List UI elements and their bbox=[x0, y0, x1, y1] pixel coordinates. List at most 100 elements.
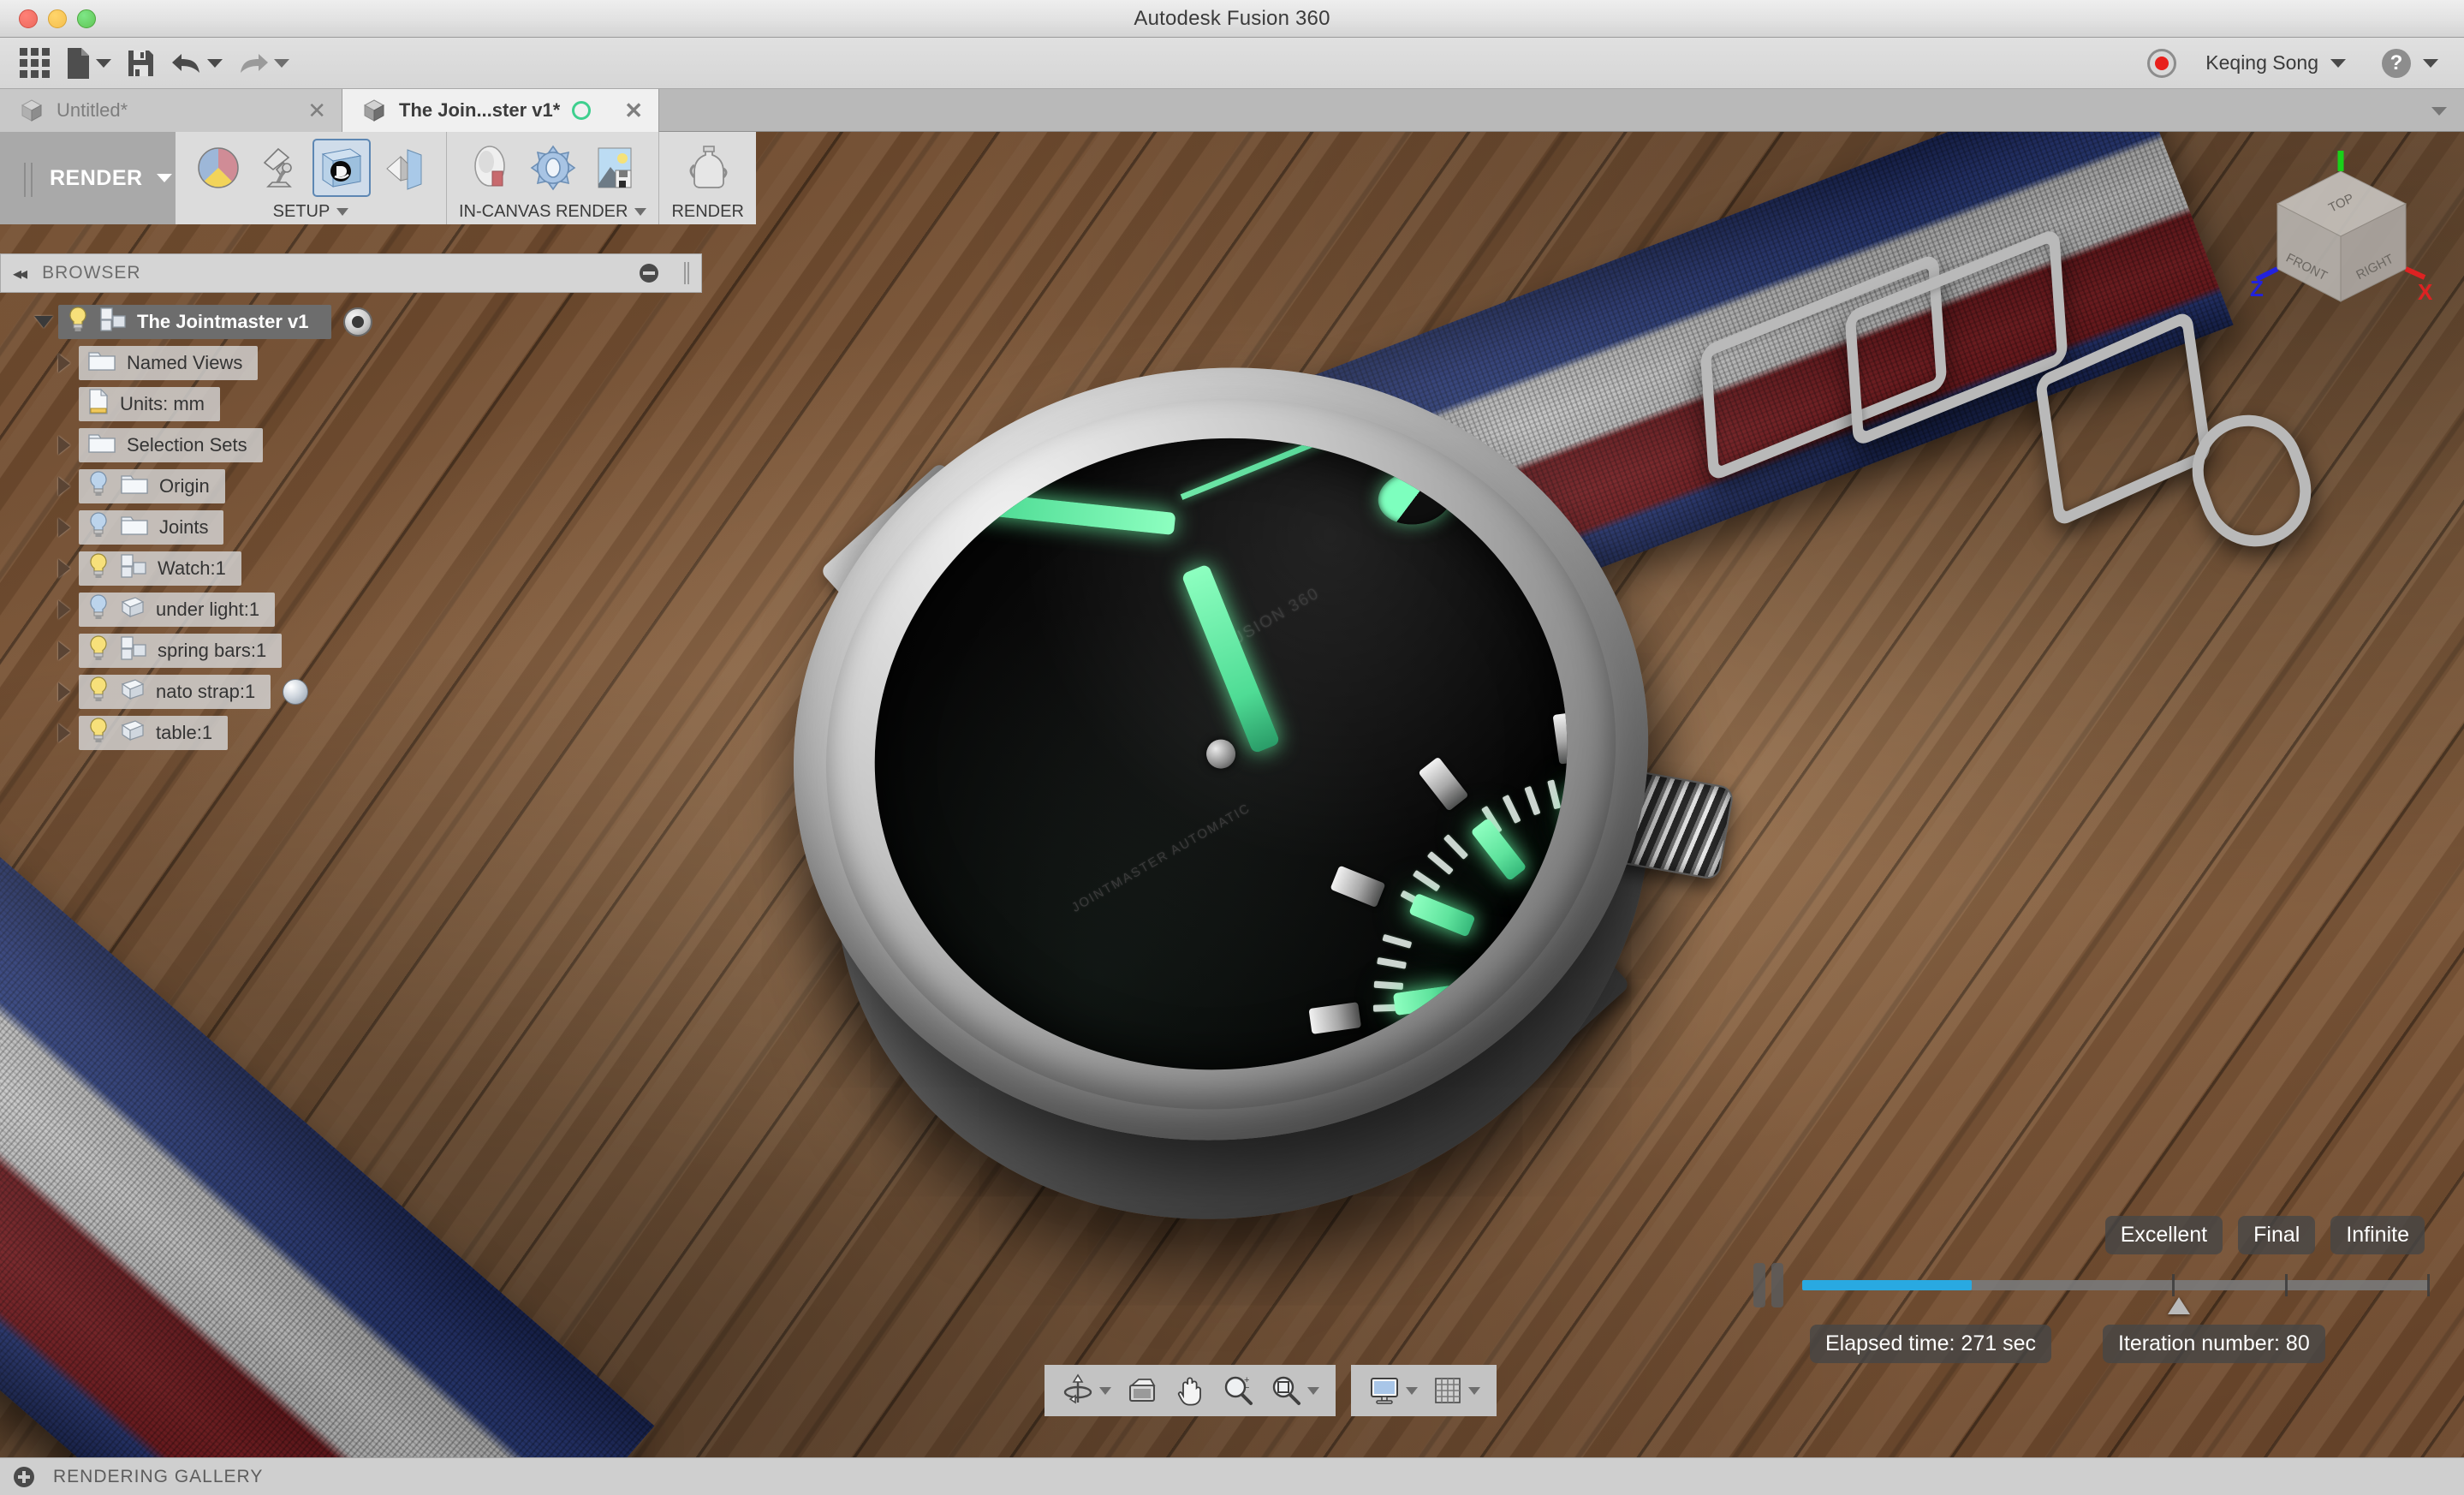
browser-item-chip[interactable]: spring bars:1 bbox=[79, 634, 283, 668]
setup-dropdown-caret[interactable] bbox=[336, 207, 349, 216]
browser-item-watch-1[interactable]: Watch:1 bbox=[0, 548, 702, 589]
activate-component-radio[interactable] bbox=[342, 307, 372, 337]
file-dropdown-caret[interactable] bbox=[96, 58, 111, 68]
browser-item-units-mm[interactable]: Units: mm bbox=[0, 384, 702, 425]
ribbon-grip[interactable] bbox=[24, 163, 33, 197]
expand-arrow-icon[interactable] bbox=[50, 354, 79, 372]
expand-arrow-icon[interactable] bbox=[50, 518, 79, 537]
browser-item-under-light-1[interactable]: under light:1 bbox=[0, 589, 702, 630]
tab-scroll-controls[interactable] bbox=[2428, 89, 2464, 131]
fit-dropdown-caret[interactable] bbox=[1307, 1386, 1319, 1395]
user-account-menu[interactable]: Keqing Song bbox=[2199, 41, 2353, 86]
expand-arrow-icon[interactable] bbox=[50, 477, 79, 496]
browser-item-chip[interactable]: under light:1 bbox=[79, 593, 276, 627]
expand-arrow-icon[interactable] bbox=[50, 559, 79, 578]
look-at-icon[interactable] bbox=[1121, 1368, 1164, 1413]
browser-item-chip[interactable]: Joints bbox=[79, 510, 224, 545]
browser-item-the-jointmaster-v1[interactable]: The Jointmaster v1 bbox=[0, 301, 702, 342]
orbit-dropdown-caret[interactable] bbox=[1099, 1386, 1111, 1395]
browser-item-selection-sets[interactable]: Selection Sets bbox=[0, 425, 702, 466]
expand-arrow-icon[interactable] bbox=[50, 724, 79, 742]
pause-icon[interactable] bbox=[1753, 1263, 1783, 1307]
in-canvas-render-dropdown-caret[interactable] bbox=[634, 207, 647, 216]
browser-item-chip[interactable]: Watch:1 bbox=[79, 551, 241, 586]
lightbulb-off-icon[interactable] bbox=[87, 471, 110, 502]
workspace-switcher[interactable]: RENDER bbox=[0, 132, 176, 224]
expand-arrow-icon[interactable] bbox=[50, 682, 79, 701]
workspace-dropdown-caret[interactable] bbox=[156, 174, 172, 182]
browser-tree[interactable]: The Jointmaster v1 Named Views Units: mm Se… bbox=[0, 293, 702, 753]
undo-dropdown-caret[interactable] bbox=[207, 58, 223, 68]
browser-item-chip[interactable]: Named Views bbox=[79, 346, 259, 380]
quality-infinite-label[interactable]: Infinite bbox=[2330, 1216, 2425, 1254]
navigation-bar[interactable]: + − bbox=[1045, 1365, 1497, 1416]
zoom-icon[interactable]: + − bbox=[1217, 1368, 1259, 1413]
lightbulb-on-icon[interactable] bbox=[87, 718, 110, 748]
grid-snaps-icon[interactable] bbox=[1427, 1368, 1485, 1413]
rendering-gallery-label[interactable]: RENDERING GALLERY bbox=[53, 1467, 263, 1487]
expand-arrow-icon[interactable] bbox=[50, 600, 79, 619]
browser-item-joints[interactable]: Joints bbox=[0, 507, 702, 548]
render-icon[interactable] bbox=[681, 140, 735, 195]
decal-icon[interactable] bbox=[312, 139, 371, 197]
browser-item-named-views[interactable]: Named Views bbox=[0, 342, 702, 384]
render-progress-bar[interactable] bbox=[1802, 1266, 2430, 1314]
help-dropdown-caret[interactable] bbox=[2423, 58, 2438, 68]
lightbulb-off-icon[interactable] bbox=[87, 594, 110, 625]
viewcube[interactable]: TOP FRONT RIGHT Y Z X bbox=[2243, 136, 2440, 320]
tab-jointmaster-close-icon[interactable]: ✕ bbox=[624, 99, 643, 122]
browser-item-origin[interactable]: Origin bbox=[0, 466, 702, 507]
browser-item-spring-bars-1[interactable]: spring bars:1 bbox=[0, 630, 702, 671]
redo-dropdown-caret[interactable] bbox=[274, 58, 289, 68]
lightbulb-on-icon[interactable] bbox=[67, 307, 89, 337]
collapse-browser-icon[interactable]: ◂◂ bbox=[13, 263, 27, 284]
tab-jointmaster[interactable]: The Join...ster v1* ✕ bbox=[342, 89, 659, 132]
browser-item-chip[interactable]: The Jointmaster v1 bbox=[58, 305, 331, 339]
undo-button[interactable] bbox=[163, 41, 229, 86]
pan-icon[interactable] bbox=[1169, 1368, 1211, 1413]
scene-settings-icon[interactable] bbox=[253, 140, 307, 195]
lightbulb-on-icon[interactable] bbox=[87, 553, 110, 584]
orbit-icon[interactable] bbox=[1056, 1368, 1116, 1413]
browser-item-chip[interactable]: table:1 bbox=[79, 716, 229, 750]
grid-dropdown-caret[interactable] bbox=[1468, 1386, 1480, 1395]
capture-image-icon[interactable] bbox=[587, 140, 642, 195]
texture-map-controls-icon[interactable] bbox=[376, 140, 431, 195]
lightbulb-off-icon[interactable] bbox=[87, 512, 110, 543]
display-settings-icon[interactable] bbox=[1363, 1368, 1422, 1413]
expand-arrow-icon[interactable] bbox=[50, 436, 79, 455]
browser-item-nato-strap-1[interactable]: nato strap:1 bbox=[0, 671, 702, 712]
browser-resize-grip[interactable] bbox=[684, 262, 689, 284]
plus-icon[interactable] bbox=[14, 1466, 34, 1487]
browser-item-chip[interactable]: nato strap:1 bbox=[79, 675, 271, 709]
ribbon-group-setup-label[interactable]: SETUP bbox=[273, 199, 349, 224]
fit-icon[interactable] bbox=[1265, 1368, 1324, 1413]
browser-item-table-1[interactable]: table:1 bbox=[0, 712, 702, 753]
quality-final-label[interactable]: Final bbox=[2238, 1216, 2316, 1254]
screen-record-button[interactable] bbox=[2147, 48, 2177, 78]
render-progress-hud[interactable]: Excellent Final Infinite Elapsed time: 2… bbox=[1753, 1216, 2430, 1363]
appearance-icon[interactable] bbox=[191, 140, 246, 195]
lightbulb-on-icon[interactable] bbox=[87, 676, 110, 707]
ribbon-group-in-canvas-render-label[interactable]: IN-CANVAS RENDER bbox=[459, 199, 647, 224]
in-canvas-render-settings-icon[interactable] bbox=[526, 140, 580, 195]
appearance-override-icon[interactable] bbox=[283, 679, 309, 705]
help-menu[interactable]: ? bbox=[2375, 41, 2445, 86]
user-dropdown-caret[interactable] bbox=[2330, 58, 2346, 68]
quality-excellent-label[interactable]: Excellent bbox=[2104, 1216, 2223, 1254]
display-dropdown-caret[interactable] bbox=[1406, 1386, 1418, 1395]
file-menu-button[interactable] bbox=[57, 41, 118, 86]
tab-untitled-close-icon[interactable]: ✕ bbox=[307, 99, 326, 122]
in-canvas-render-icon[interactable] bbox=[464, 140, 519, 195]
browser-item-chip[interactable]: Origin bbox=[79, 469, 225, 503]
expand-arrow-icon[interactable] bbox=[29, 316, 58, 328]
quality-slider-handle[interactable] bbox=[2167, 1297, 2190, 1314]
ribbon-group-render-label[interactable]: RENDER bbox=[671, 199, 743, 224]
browser-item-chip[interactable]: Selection Sets bbox=[79, 428, 263, 462]
browser-item-chip[interactable]: Units: mm bbox=[79, 387, 220, 421]
save-button[interactable] bbox=[118, 41, 163, 86]
show-data-panel-button[interactable] bbox=[12, 41, 57, 86]
tab-untitled[interactable]: Untitled* ✕ bbox=[0, 89, 342, 132]
redo-button[interactable] bbox=[229, 41, 296, 86]
watch-model[interactable]: FUSION 360 JOINTMASTER AUTOMATIC bbox=[692, 169, 1825, 1290]
